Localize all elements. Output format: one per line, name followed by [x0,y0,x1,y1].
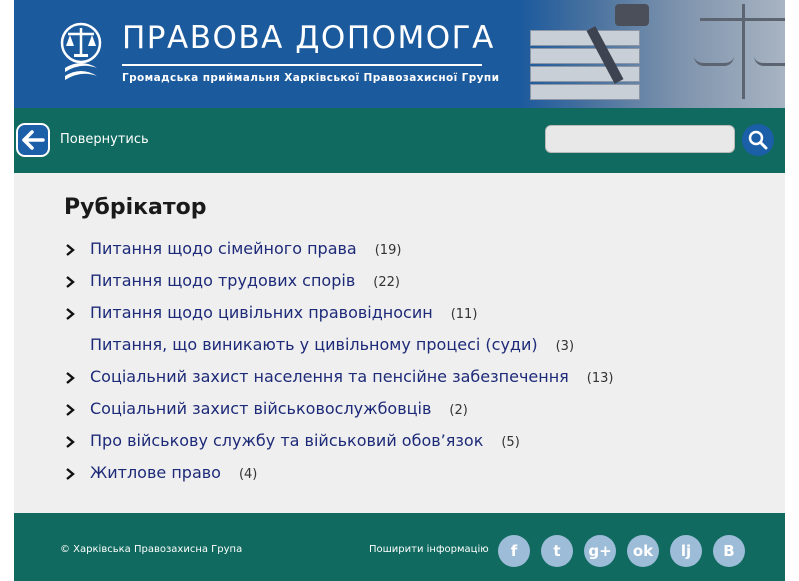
chevron-right-icon[interactable] [64,371,78,385]
search-button[interactable] [742,124,774,156]
scales-logo-icon[interactable] [60,22,102,84]
rubric-item-link[interactable]: Соціальний захист військовослужбовців (2) [90,399,468,418]
google-plus-icon: g+ [588,542,612,560]
chevron-right-icon[interactable] [64,307,78,321]
vkontakte-icon: B [723,542,735,560]
chevron-right-icon[interactable] [64,467,78,481]
rubric-item-link[interactable]: Житлове право (4) [90,463,257,482]
title-divider [122,64,482,66]
rubric-item-label[interactable]: Про військову службу та військовий обов’… [90,431,483,450]
chevron-right-icon[interactable] [64,403,78,417]
odnoklassniki-share-button[interactable]: ok [627,535,659,567]
rubric-item-count: (11) [450,307,478,322]
chevron-right-icon[interactable] [64,275,78,289]
site-footer: © Харківська Правозахисна Група Поширити… [14,513,785,581]
header-photo-justice [520,0,785,108]
vkontakte-share-button[interactable]: B [713,535,745,567]
copyright-text: © Харківська Правозахисна Група [60,544,243,555]
facebook-icon: f [510,542,518,560]
site-subtitle: Громадська приймальня Харківської Правоз… [122,72,500,84]
rubric-item-label[interactable]: Питання щодо сімейного права [90,239,357,258]
site-title[interactable]: ПРАВОВА ДОПОМОГА [122,20,495,56]
rubric-item-label[interactable]: Питання щодо трудових спорів [90,271,355,290]
twitter-share-button[interactable]: t [541,535,573,567]
rubric-item-count: (22) [373,275,400,290]
facebook-share-button[interactable]: f [498,535,530,567]
rubric-item-link[interactable]: Питання щодо трудових спорів (22) [90,271,400,290]
rubric-item-label[interactable]: Житлове право [90,463,221,482]
nav-bar: Повернутись [14,108,785,173]
rubric-item-count: (5) [501,435,520,450]
rubric-item-label[interactable]: Питання щодо цивільних правовідносин [90,303,433,322]
rubric-item-count: (3) [555,339,575,354]
search-input[interactable] [545,125,735,153]
rubric-item-link[interactable]: Питання щодо цивільних правовідносин (11) [90,303,477,322]
site-header: ПРАВОВА ДОПОМОГА Громадська приймальня Х… [14,0,785,108]
rubric-item-count: (19) [374,243,402,258]
rubric-item-count: (2) [449,403,468,418]
google-plus-share-button[interactable]: g+ [584,535,616,567]
rubric-item-count: (13) [586,371,614,386]
back-link[interactable]: Повернутись [60,132,149,147]
rubric-item-link[interactable]: Про військову службу та військовий обов’… [90,431,520,450]
odnoklassniki-icon: ok [632,542,654,560]
search-icon [748,130,768,150]
rubric-item-link[interactable]: Соціальний захист населення та пенсійне … [90,367,613,386]
rubric-item-label[interactable]: Соціальний захист військовослужбовців [90,399,431,418]
rubric-item-link[interactable]: Питання, що виникають у цивільному проце… [90,335,574,354]
page-frame: ПРАВОВА ДОПОМОГА Громадська приймальня Х… [14,0,785,581]
arrow-left-icon [22,130,45,150]
rubric-item-label[interactable]: Питання, що виникають у цивільному проце… [90,335,538,354]
page-title: Рубрікатор [64,195,207,220]
back-button[interactable] [16,123,50,157]
share-label: Поширити інформацію [369,544,489,555]
chevron-right-icon[interactable] [64,243,78,257]
main-content: Рубрікатор Питання щодо сімейного права (… [14,173,785,513]
chevron-right-icon[interactable] [64,435,78,449]
books-image [530,0,649,108]
rubric-item-link[interactable]: Питання щодо сімейного права (19) [90,239,401,258]
twitter-icon: t [553,542,561,560]
rubric-item-count: (4) [238,467,258,482]
rubric-item-label[interactable]: Соціальний захист населення та пенсійне … [90,367,569,386]
livejournal-share-button[interactable]: lj [670,535,702,567]
livejournal-icon: lj [680,542,692,560]
